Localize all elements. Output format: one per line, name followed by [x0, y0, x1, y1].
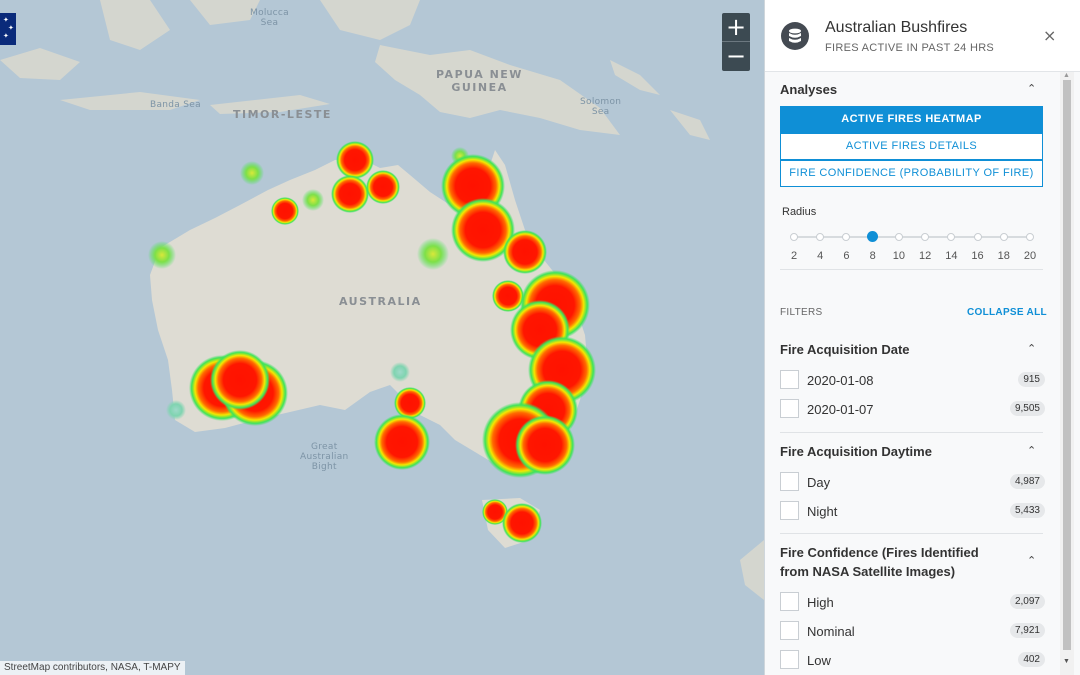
checkbox[interactable]	[780, 399, 799, 418]
map-label-banda-sea: Banda Sea	[150, 100, 201, 110]
panel-header: Australian Bushfires FIRES ACTIVE IN PAS…	[765, 0, 1080, 72]
scrollbar-thumb[interactable]	[1063, 80, 1071, 650]
checkbox[interactable]	[780, 621, 799, 640]
flag-icon: ✦ ✦ ✦	[0, 13, 16, 45]
radius-slider-stop[interactable]	[999, 233, 1008, 241]
side-panel: Australian Bushfires FIRES ACTIVE IN PAS…	[764, 0, 1080, 675]
filter-option[interactable]: Nominal 7,921	[780, 621, 1045, 641]
divider	[780, 432, 1043, 433]
basemap	[0, 0, 764, 675]
radius-slider-stop[interactable]	[842, 233, 851, 241]
scrollbar[interactable]: ▲ ▼	[1060, 72, 1074, 675]
map-view[interactable]: ✦ ✦ ✦ PAPUA NEW GUINEA TIMOR-LESTE AUSTR…	[0, 0, 764, 675]
filter-option[interactable]: High 2,097	[780, 592, 1045, 612]
filter-count-badge: 4,987	[1009, 474, 1045, 489]
panel-title: Australian Bushfires	[825, 19, 968, 36]
radius-label: Radius	[782, 206, 817, 218]
radius-slider-stop[interactable]	[790, 233, 798, 241]
filter-option-label: 2020-01-07	[807, 402, 874, 417]
filter-count-badge: 7,921	[1009, 623, 1045, 638]
radius-tick-label: 8	[869, 250, 876, 262]
filter-group-title-line2: from NASA Satellite Images)	[780, 564, 956, 579]
filter-option-label: 2020-01-08	[807, 373, 874, 388]
scroll-up-icon[interactable]: ▲	[1063, 72, 1070, 79]
radius-tick-label: 4	[817, 250, 824, 262]
radius-slider-track[interactable]	[794, 236, 1030, 238]
map-label-molucca-sea: Molucca Sea	[250, 8, 289, 28]
collapse-all-link[interactable]: COLLAPSE ALL	[967, 307, 1047, 318]
panel-subtitle: FIRES ACTIVE IN PAST 24 HRS	[825, 42, 995, 54]
radius-slider-stop[interactable]	[894, 233, 903, 241]
panel-scroll-area[interactable]: Analyses ⌃ ACTIVE FIRES HEATMAP ACTIVE F…	[765, 72, 1080, 675]
radius-tick-label: 10	[892, 250, 905, 262]
map-label-papua-new-guinea: PAPUA NEW GUINEA	[436, 68, 523, 94]
radius-tick-label: 12	[918, 250, 932, 262]
radius-tick-label: 18	[997, 250, 1010, 262]
filter-count-badge: 915	[1018, 372, 1045, 387]
active-fires-details-button[interactable]: ACTIVE FIRES DETAILS	[780, 133, 1043, 160]
database-icon	[781, 22, 809, 50]
radius-tick-label: 2	[790, 250, 798, 262]
checkbox[interactable]	[780, 650, 799, 669]
radius-slider-stop[interactable]	[1026, 233, 1034, 241]
filter-option[interactable]: 2020-01-08 915	[780, 370, 1045, 390]
radius-tick-label: 14	[945, 250, 958, 262]
filter-count-badge: 9,505	[1009, 401, 1045, 416]
checkbox[interactable]	[780, 472, 799, 491]
filter-count-badge: 5,433	[1009, 503, 1045, 518]
filter-group-title: Fire Acquisition Date	[780, 342, 910, 357]
analyses-heading: Analyses	[780, 82, 838, 97]
zoom-in-button[interactable]: +	[722, 13, 750, 42]
divider	[780, 269, 1043, 270]
fire-confidence-button[interactable]: FIRE CONFIDENCE (PROBABILITY OF FIRE)	[780, 160, 1043, 187]
filter-count-badge: 2,097	[1009, 594, 1045, 609]
map-label-australia: AUSTRALIA	[339, 295, 422, 308]
radius-tick-label: 16	[971, 250, 984, 262]
filter-option-label: Day	[807, 475, 831, 490]
filters-label: FILTERS	[780, 307, 823, 318]
map-attribution: StreetMap contributors, NASA, T-MAPY	[0, 661, 185, 675]
filter-option[interactable]: 2020-01-07 9,505	[780, 399, 1045, 419]
filter-option-label: Low	[807, 653, 831, 668]
checkbox[interactable]	[780, 501, 799, 520]
close-icon[interactable]: ×	[1043, 26, 1056, 45]
radius-slider-handle[interactable]	[867, 231, 879, 242]
radius-slider-stop[interactable]	[947, 233, 956, 241]
divider	[780, 533, 1043, 534]
chevron-up-icon[interactable]: ⌃	[1027, 554, 1036, 567]
zoom-control: + −	[722, 13, 750, 71]
scroll-down-icon[interactable]: ▼	[1063, 658, 1070, 665]
map-label-great-australian-bight: Great Australian Bight	[300, 442, 349, 472]
zoom-out-button[interactable]: −	[722, 42, 750, 71]
filter-option-label: Night	[807, 504, 838, 519]
filter-option[interactable]: Day 4,987	[780, 472, 1045, 492]
checkbox[interactable]	[780, 370, 799, 389]
checkbox[interactable]	[780, 592, 799, 611]
chevron-up-icon[interactable]: ⌃	[1027, 82, 1036, 95]
filter-count-badge: 402	[1018, 652, 1045, 667]
radius-tick-label: 6	[843, 250, 850, 262]
radius-slider-stop[interactable]	[921, 233, 930, 241]
filter-group-title: Fire Acquisition Daytime	[780, 444, 932, 459]
filter-group-title: Fire Confidence (Fires Identified	[780, 545, 979, 560]
filter-option-label: High	[807, 595, 834, 610]
filter-option-label: Nominal	[807, 624, 855, 639]
map-label-timor-leste: TIMOR-LESTE	[233, 108, 332, 121]
filter-option[interactable]: Low 402	[780, 650, 1045, 670]
active-fires-heatmap-button[interactable]: ACTIVE FIRES HEATMAP	[780, 106, 1043, 133]
filter-option[interactable]: Night 5,433	[780, 501, 1045, 521]
chevron-up-icon[interactable]: ⌃	[1027, 342, 1036, 355]
radius-slider-stop[interactable]	[973, 233, 982, 241]
radius-slider-stop[interactable]	[816, 233, 825, 241]
chevron-up-icon[interactable]: ⌃	[1027, 444, 1036, 457]
radius-tick-label: 20	[1023, 250, 1037, 262]
map-label-solomon-sea: Solomon Sea	[580, 97, 622, 117]
